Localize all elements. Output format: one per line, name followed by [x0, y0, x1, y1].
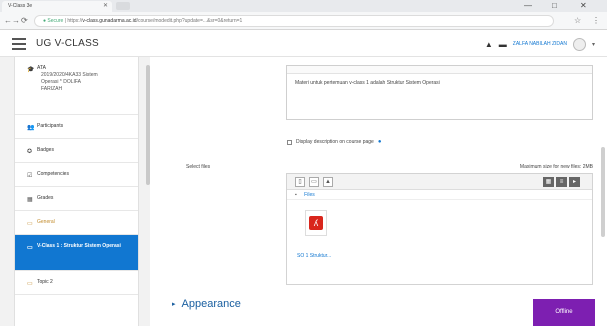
tree-view-icon[interactable]: ▸ [569, 177, 580, 187]
user-name[interactable]: ZALFA NABILAH ZIDAN [513, 41, 567, 47]
drawer-item-badges[interactable]: ✪ Badges [15, 139, 138, 163]
close-tab-icon[interactable]: ✕ [103, 1, 108, 12]
file-name[interactable]: SO 1 Struktur... [297, 253, 331, 259]
drawer-item-grades[interactable]: ▦ Grades [15, 187, 138, 211]
description-editor[interactable]: Materi untuk pertemuan v-class 1 adalah … [286, 65, 593, 120]
description-text[interactable]: Materi untuk pertemuan v-class 1 adalah … [287, 74, 592, 92]
app-header: UG V-CLASS ▲ ▬ ZALFA NABILAH ZIDAN ▾ [0, 31, 607, 57]
address-bar-row: ← → ⟳ ● Secure | https://v-class.gunadar… [0, 12, 607, 30]
help-icon[interactable]: ● [378, 139, 382, 145]
drawer-item-general[interactable]: ▭ General [15, 211, 138, 235]
drawer-item-participants[interactable]: 👥 Participants [15, 115, 138, 139]
offline-badge[interactable]: Offline [533, 299, 595, 326]
main-content: Materi untuk pertemuan v-class 1 adalah … [150, 57, 607, 326]
users-icon: 👥 [27, 125, 35, 131]
forward-icon[interactable]: → [12, 15, 20, 27]
chevron-down-icon[interactable]: ▾ [592, 41, 595, 48]
download-icon[interactable]: ▲ [323, 177, 333, 187]
file-picker-toolbar: ▯ ▭ ▲ ▦ ≡ ▸ [287, 174, 592, 190]
create-folder-icon[interactable]: ▭ [309, 177, 319, 187]
add-file-icon[interactable]: ▯ [295, 177, 305, 187]
appearance-section-toggle[interactable]: ▸ Appearance [172, 298, 241, 310]
drawer-item-label: Competencies [37, 171, 69, 177]
display-description-checkbox[interactable] [287, 139, 292, 145]
select-files-label: Select files [186, 164, 211, 170]
drawer-item-label: Topic 2 [37, 279, 53, 285]
drawer-item-topic-2[interactable]: ▭ Topic 2 [15, 271, 138, 295]
star-icon[interactable]: ☆ [574, 15, 581, 27]
folder-icon: ▪ [295, 192, 297, 198]
display-description-label: Display description on course page [296, 139, 374, 145]
course-label-line4: FARIZAH [41, 86, 63, 92]
file-picker-path: ▪ Files [287, 190, 592, 200]
reload-icon[interactable]: ⟳ [21, 15, 28, 27]
folder-icon: ▭ [27, 281, 33, 287]
new-tab-button[interactable] [116, 2, 130, 10]
file-picker[interactable]: ▯ ▭ ▲ ▦ ≡ ▸ ▪ Files ʎ SO 1 Struktur... [286, 173, 593, 285]
tab-title: V-Class 3e [8, 3, 33, 9]
max-size-text: Maximum size for new files: 2MB [519, 164, 593, 170]
appearance-label: Appearance [181, 298, 241, 310]
browser-tab[interactable]: V-Class 3e ✕ [2, 1, 112, 12]
drawer-item-course[interactable]: 🎓 ATA 2019/2020/4KA33 Sistem Operasi * D… [15, 57, 138, 115]
editor-toolbar [287, 66, 592, 74]
path-label[interactable]: Files [304, 192, 315, 198]
competencies-icon: ☑ [27, 173, 33, 179]
folder-icon: ▭ [27, 221, 33, 227]
back-icon[interactable]: ← [4, 15, 12, 27]
maximize-icon[interactable]: □ [552, 0, 557, 12]
folder-icon: ▭ [27, 245, 33, 251]
list-view-icon[interactable]: ≡ [556, 177, 567, 187]
url-domain: v-class.gunadarma.ac.id [82, 18, 137, 24]
main-scrollbar[interactable] [601, 147, 605, 237]
drawer-item-label: Grades [37, 195, 54, 201]
avatar[interactable] [572, 37, 586, 51]
lock-icon: ● [43, 18, 47, 24]
url-path: /course/modedit.php?update=...&sr=0&retu… [136, 18, 243, 24]
drawer-item-competencies[interactable]: ☑ Competencies [15, 163, 138, 187]
course-label-line3: Operasi * DOLIFA [41, 79, 82, 85]
nav-drawer-list: 🎓 ATA 2019/2020/4KA33 Sistem Operasi * D… [14, 57, 139, 326]
nav-drawer: 🎓 ATA 2019/2020/4KA33 Sistem Operasi * D… [0, 57, 150, 326]
grades-icon: ▦ [27, 197, 33, 203]
course-label-line2: 2019/2020/4KA33 Sistem [41, 72, 98, 78]
drawer-item-label: Participants [37, 123, 64, 129]
close-window-icon[interactable]: ✕ [580, 0, 587, 12]
acrobat-icon: ʎ [309, 216, 323, 230]
display-description-row: Display description on course page ● [287, 139, 381, 145]
grid-view-icon[interactable]: ▦ [543, 177, 554, 187]
drawer-item-label: V-Class 1 : Struktur Sistem Operasi [37, 243, 121, 249]
site-brand[interactable]: UG V-CLASS [36, 38, 99, 49]
chevron-right-icon: ▸ [172, 301, 176, 308]
drawer-item-label: Badges [37, 147, 54, 153]
message-icon[interactable]: ▬ [499, 40, 507, 49]
url-field[interactable]: ● Secure | https://v-class.gunadarma.ac.… [34, 15, 554, 27]
browser-tab-bar: V-Class 3e ✕ — □ ✕ [0, 0, 607, 12]
pdf-file-icon[interactable]: ʎ [305, 210, 327, 236]
menu-icon[interactable]: ⋮ [592, 15, 600, 27]
secure-label: Secure [47, 18, 64, 24]
minimize-icon[interactable]: — [524, 0, 532, 12]
drawer-item-label: General [37, 219, 55, 225]
hamburger-icon[interactable] [12, 38, 26, 50]
bell-icon[interactable]: ▲ [485, 40, 493, 49]
mortarboard-icon: 🎓 [27, 67, 35, 73]
badge-icon: ✪ [27, 149, 33, 155]
drawer-item-vclass-1[interactable]: ▭ V-Class 1 : Struktur Sistem Operasi [15, 235, 138, 271]
course-label-line1: ATA [37, 65, 46, 71]
